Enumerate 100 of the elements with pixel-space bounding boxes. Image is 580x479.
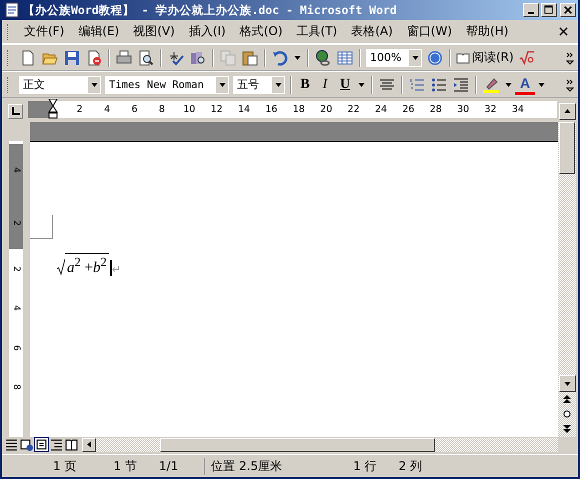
book-icon bbox=[456, 52, 470, 64]
print-preview-icon[interactable] bbox=[138, 50, 154, 66]
menu-item[interactable]: 编辑(E) bbox=[71, 23, 126, 40]
next-page-icon[interactable] bbox=[563, 425, 571, 433]
crop-mark bbox=[30, 215, 53, 239]
status-text: 1 页 bbox=[52, 458, 78, 474]
ruler-number: 32 bbox=[484, 104, 498, 115]
printer-icon[interactable] bbox=[116, 50, 132, 66]
dropdown-button[interactable] bbox=[88, 76, 100, 92]
ruler-number: 34 bbox=[510, 104, 525, 115]
dropdown-button[interactable] bbox=[216, 76, 228, 92]
web-view-icon[interactable] bbox=[20, 438, 33, 451]
caret-icon bbox=[412, 56, 418, 60]
numbered-list-icon[interactable] bbox=[409, 76, 425, 92]
style-dropdown[interactable]: 正文 bbox=[19, 76, 101, 94]
menu-item[interactable]: 文件(F) bbox=[17, 23, 72, 40]
left-arrow-icon bbox=[87, 441, 91, 448]
dropdown-arrow-icon[interactable] bbox=[294, 56, 301, 60]
bold-button[interactable]: B bbox=[295, 74, 315, 94]
status-text: 1/1 bbox=[158, 459, 180, 473]
scroll-left-button[interactable] bbox=[82, 438, 96, 452]
save-icon[interactable] bbox=[64, 50, 80, 66]
maximize-icon bbox=[544, 5, 554, 15]
radical-sign-icon bbox=[57, 258, 65, 276]
normal-view-icon[interactable] bbox=[5, 438, 18, 451]
maximize-button[interactable] bbox=[541, 3, 557, 17]
ruler-number: 28 bbox=[428, 104, 443, 115]
status-text: 2 列 bbox=[398, 458, 424, 474]
scroll-down-button[interactable] bbox=[558, 375, 576, 392]
dropdown-arrow-icon[interactable] bbox=[538, 82, 545, 86]
font-size-dropdown[interactable]: 五号 bbox=[233, 76, 285, 94]
up-arrow-icon bbox=[564, 109, 571, 113]
minimize-button[interactable] bbox=[523, 3, 539, 17]
ruler-number: 2 bbox=[76, 104, 84, 115]
italic-button[interactable]: I bbox=[315, 74, 335, 94]
read-button[interactable]: 阅读(R) bbox=[454, 49, 516, 66]
equation-icon[interactable] bbox=[518, 50, 535, 66]
menu-item[interactable]: 帮助(H) bbox=[459, 23, 516, 40]
spelling-check-icon[interactable] bbox=[168, 50, 184, 66]
window-title: 【办公族Word教程】 - 学办公就上办公族.doc - Microsoft Word bbox=[23, 2, 398, 18]
menu-item[interactable]: 视图(V) bbox=[126, 23, 182, 40]
ruler-number: 18 bbox=[292, 104, 306, 115]
browse-object-icon[interactable] bbox=[563, 410, 571, 418]
bulleted-list-icon[interactable] bbox=[431, 76, 447, 92]
caret-icon bbox=[218, 82, 226, 86]
dropdown-button[interactable] bbox=[272, 76, 284, 92]
ruler-number: 22 bbox=[346, 104, 361, 115]
tab-selector-button[interactable] bbox=[8, 104, 23, 118]
underline-button[interactable]: U bbox=[335, 74, 355, 94]
table-icon[interactable] bbox=[337, 50, 353, 66]
document-icon bbox=[4, 2, 20, 18]
research-icon[interactable] bbox=[190, 50, 206, 66]
new-document-icon[interactable] bbox=[20, 50, 36, 66]
previous-page-icon[interactable] bbox=[563, 395, 571, 403]
caret-icon bbox=[90, 82, 98, 86]
toolbar-options-icon[interactable] bbox=[566, 78, 574, 92]
highlighter-icon[interactable] bbox=[483, 76, 499, 92]
indent-icon[interactable] bbox=[453, 76, 469, 92]
reading-view-icon[interactable] bbox=[65, 438, 78, 451]
menu-item[interactable]: 工具(T) bbox=[290, 23, 344, 40]
close-icon[interactable] bbox=[559, 27, 568, 36]
indent-marker-icon[interactable] bbox=[48, 99, 58, 119]
scroll-thumb[interactable] bbox=[160, 438, 435, 452]
down-arrow-icon bbox=[564, 382, 570, 386]
menu-item[interactable]: 窗口(W) bbox=[400, 23, 460, 40]
menu-item[interactable]: 表格(A) bbox=[344, 23, 400, 40]
font-dropdown[interactable]: Times New Roman bbox=[105, 76, 229, 94]
close-icon bbox=[563, 5, 573, 15]
ruler-number: 12 bbox=[210, 104, 224, 115]
outline-view-icon[interactable] bbox=[50, 438, 63, 451]
menu-item[interactable]: 插入(I) bbox=[182, 23, 233, 40]
scroll-thumb[interactable] bbox=[559, 122, 575, 174]
center-align-icon[interactable] bbox=[379, 76, 395, 92]
status-text: 位置 2.5厘米 bbox=[204, 458, 348, 474]
ruler-number: 24 bbox=[374, 104, 388, 115]
paste-icon[interactable] bbox=[242, 50, 258, 66]
dropdown-button[interactable] bbox=[409, 50, 421, 66]
scroll-up-button[interactable] bbox=[559, 102, 576, 120]
close-button[interactable] bbox=[560, 3, 576, 17]
hyperlink-icon[interactable] bbox=[315, 50, 331, 66]
paragraph-mark: ↵ bbox=[112, 263, 121, 276]
dropdown-arrow-icon[interactable] bbox=[358, 82, 365, 86]
zoom-dropdown[interactable]: 100% bbox=[366, 48, 422, 66]
text-cursor bbox=[110, 260, 112, 276]
ruler-number: 16 bbox=[264, 104, 278, 115]
ruler-number: 8 bbox=[158, 104, 166, 115]
font-color-button[interactable]: A bbox=[515, 74, 535, 94]
ruler-number: 2 bbox=[11, 218, 21, 228]
print-layout-view-icon[interactable] bbox=[35, 438, 48, 451]
dropdown-arrow-icon[interactable] bbox=[505, 82, 512, 86]
permission-icon[interactable] bbox=[86, 50, 102, 66]
status-text: 1 行 bbox=[352, 458, 378, 474]
toolbar-options-icon[interactable] bbox=[566, 50, 574, 64]
ruler-number: 14 bbox=[236, 104, 252, 115]
undo-icon[interactable] bbox=[272, 50, 288, 66]
left-tab-icon bbox=[12, 107, 20, 115]
ruler-number: 6 bbox=[130, 104, 138, 115]
equation: a$^{2}$ +b$^{2}$ bbox=[65, 253, 109, 276]
ruler-number: 10 bbox=[182, 104, 196, 115]
menu-item[interactable]: 格式(O) bbox=[232, 23, 290, 40]
